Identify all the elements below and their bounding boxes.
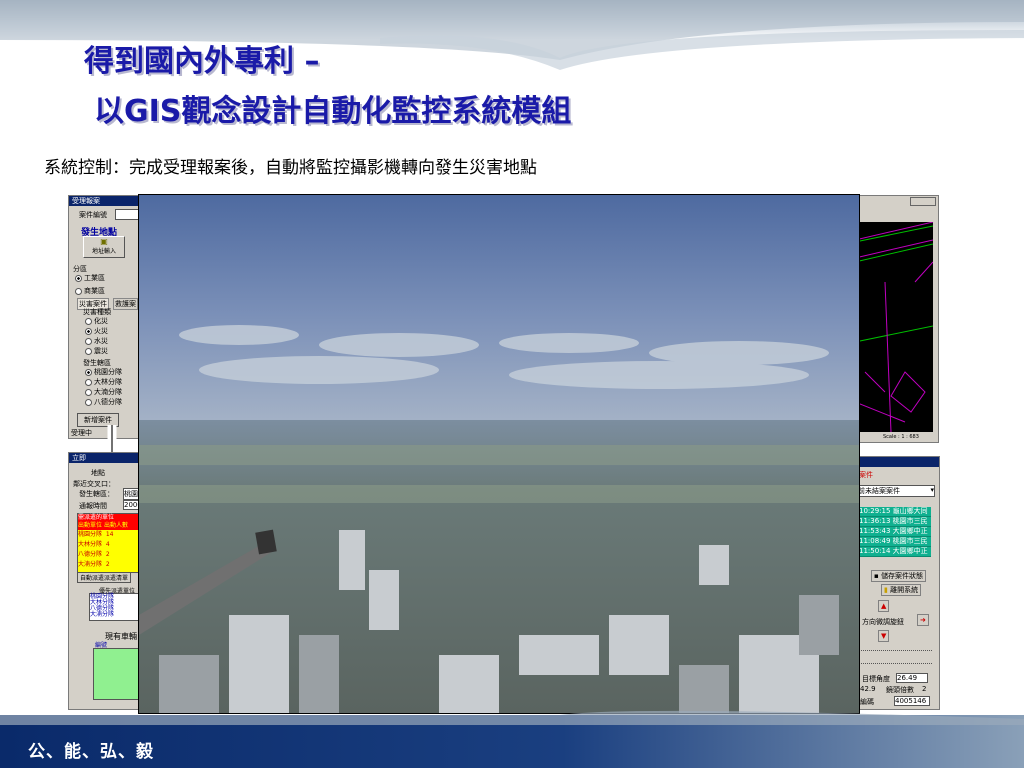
footer-motto: 公、能、弘、毅 bbox=[28, 742, 154, 762]
address-input-button[interactable]: ▣ 地址輸入 bbox=[83, 236, 125, 258]
vehicles-label: 現有車輛 bbox=[105, 632, 137, 641]
row-unit: 大林分隊 bbox=[78, 541, 103, 548]
slide-subtitle: 系統控制：完成受理報案後，自動將監控攝影機轉向發生災害地點 bbox=[44, 158, 537, 178]
disaster-type-label-flood: 水災 bbox=[94, 337, 108, 345]
save-case-status-label: 儲存案件狀態 bbox=[880, 572, 923, 580]
unit-radio-taoyuan[interactable]: 桃園分隊 bbox=[85, 367, 122, 377]
direction-knob-label: 方向微調旋鈕 bbox=[862, 618, 904, 626]
surveillance-camera-image bbox=[138, 194, 860, 714]
list-item[interactable]: 10:29:15 龜山鄉大同 bbox=[857, 507, 931, 517]
column-count: 出動人數 bbox=[103, 522, 128, 529]
window-controls[interactable] bbox=[910, 197, 936, 206]
radio-selected-icon bbox=[75, 274, 82, 282]
list-item[interactable]: 11:50:14 大園鄉中正 bbox=[857, 547, 931, 557]
gis-map-canvas[interactable] bbox=[855, 222, 933, 432]
exit-icon: ▮ bbox=[884, 586, 888, 594]
radio-icon bbox=[85, 398, 92, 406]
radio-icon bbox=[85, 388, 92, 396]
case-filter-value: 前未結案案件 bbox=[858, 487, 900, 495]
arrow-down-icon: ▼ bbox=[881, 632, 887, 640]
exit-system-label: 離開系統 bbox=[890, 586, 919, 594]
case-control-panel: 案件 前未結案案件 ▾ bbox=[852, 456, 940, 710]
district-radio-commercial[interactable]: 商業區 bbox=[75, 286, 105, 296]
cases-title: 案件 bbox=[859, 471, 873, 479]
tilt-up-button[interactable]: ▲ bbox=[878, 600, 890, 612]
floppy-icon: ▪ bbox=[874, 572, 879, 580]
radio-icon bbox=[75, 287, 82, 295]
disaster-type-label-fire: 火災 bbox=[94, 327, 108, 335]
vehicles-list[interactable] bbox=[93, 648, 143, 700]
disaster-type-label-chemical: 化災 bbox=[94, 317, 108, 325]
list-item[interactable]: 11:36:13 桃園市三民 bbox=[857, 517, 931, 527]
case-list[interactable]: 10:29:15 龜山鄉大同 11:36:13 桃園市三民 11:53:43 大… bbox=[857, 507, 931, 557]
radio-icon bbox=[85, 317, 92, 325]
tab-rescue-case[interactable]: 救護案 bbox=[113, 298, 138, 310]
unit-label-dalin: 大林分隊 bbox=[94, 378, 122, 386]
radio-icon bbox=[85, 378, 92, 386]
case-number-label: 案件編號 bbox=[79, 211, 107, 219]
exit-system-button[interactable]: ▮ 離開系統 bbox=[881, 584, 922, 596]
radio-selected-icon bbox=[85, 327, 92, 335]
arrow-right-icon: ➜ bbox=[920, 616, 926, 624]
radio-icon bbox=[85, 347, 92, 355]
unit-radio-bade[interactable]: 八德分隊 bbox=[85, 397, 122, 407]
unit-radio-dalin[interactable]: 大林分隊 bbox=[85, 377, 122, 387]
row-unit: 大湳分隊 bbox=[78, 561, 103, 568]
save-case-status-button[interactable]: ▪ 儲存案件狀態 bbox=[871, 570, 926, 582]
disaster-type-radio-fire[interactable]: 火災 bbox=[85, 326, 108, 336]
status-label: 受理中 bbox=[71, 429, 92, 437]
target-angle-label: 目標角度 bbox=[862, 675, 890, 683]
district-label-commercial: 商業區 bbox=[84, 287, 105, 295]
disaster-type-radio-earthquake[interactable]: 震災 bbox=[85, 346, 108, 356]
zoom-value: 2 bbox=[922, 685, 927, 693]
district-radio-industrial[interactable]: 工業區 bbox=[75, 273, 105, 283]
chevron-down-icon: ▾ bbox=[930, 486, 934, 494]
unit-radio-danan[interactable]: 大湳分隊 bbox=[85, 387, 122, 397]
case-intake-titlebar: 受理報案 bbox=[69, 196, 149, 206]
gis-map-lines bbox=[855, 222, 933, 432]
map-icon: ▣ bbox=[100, 237, 108, 246]
target-angle-field[interactable]: 26.49 bbox=[896, 673, 928, 683]
cross-road-label: 鄰近交叉口： bbox=[73, 480, 115, 488]
auto-dispatch-button[interactable]: 自動派遣派遣清單 bbox=[77, 572, 132, 583]
tilt-down-button[interactable]: ▼ bbox=[878, 630, 890, 642]
case-filter-dropdown[interactable]: 前未結案案件 ▾ bbox=[857, 485, 935, 497]
row-unit: 八德分隊 bbox=[78, 551, 103, 558]
slide-title-line-1: 得到國內外專利 – bbox=[84, 44, 320, 79]
footer-swoosh-decoration bbox=[0, 710, 1024, 725]
pan-slider[interactable] bbox=[858, 650, 932, 664]
pan-right-button[interactable]: ➜ bbox=[917, 614, 929, 626]
arrow-up-icon: ▲ bbox=[881, 602, 887, 610]
unit-label-bade: 八德分隊 bbox=[94, 398, 122, 406]
zoom-label: 鏡頭倍數 bbox=[886, 686, 914, 694]
row-count: 2 bbox=[105, 551, 110, 558]
case-panel-titlebar bbox=[853, 457, 939, 467]
disaster-type-radio-chemical[interactable]: 化災 bbox=[85, 316, 108, 326]
list-item[interactable]: 11:08:49 桃園市三民 bbox=[857, 537, 931, 547]
row-count: 2 bbox=[105, 561, 110, 568]
radio-selected-icon bbox=[85, 368, 92, 376]
district-label-industrial: 工業區 bbox=[84, 274, 105, 282]
disaster-type-radio-flood[interactable]: 水災 bbox=[85, 336, 108, 346]
area-label: 發生轄區： bbox=[79, 490, 114, 498]
unit-label-taoyuan: 桃園分隊 bbox=[94, 368, 122, 376]
address-input-label: 地址輸入 bbox=[91, 248, 116, 255]
radio-icon bbox=[85, 337, 92, 345]
disaster-type-label-earthquake: 震災 bbox=[94, 347, 108, 355]
list-item[interactable]: 11:53:43 大園鄉中正 bbox=[857, 527, 931, 537]
column-unit: 出動單位 bbox=[78, 522, 103, 529]
city-skyline-photo bbox=[139, 195, 859, 713]
row-count: 4 bbox=[105, 541, 110, 548]
unit-label-danan: 大湳分隊 bbox=[94, 388, 122, 396]
dispatch-location-label: 地點 bbox=[91, 469, 105, 477]
dispatch-titlebar: 立即 bbox=[69, 453, 149, 463]
report-time-label: 通報時間 bbox=[79, 502, 107, 510]
value-a: 42.9 bbox=[860, 685, 876, 693]
row-unit: 桃園分隊 bbox=[78, 531, 103, 538]
map-scale-label: Scale : 1 : 683 bbox=[883, 434, 919, 440]
row-count: 14 bbox=[105, 531, 114, 538]
slide-title-line-2: 以GIS觀念設計自動化監控系統模組 bbox=[94, 94, 572, 129]
